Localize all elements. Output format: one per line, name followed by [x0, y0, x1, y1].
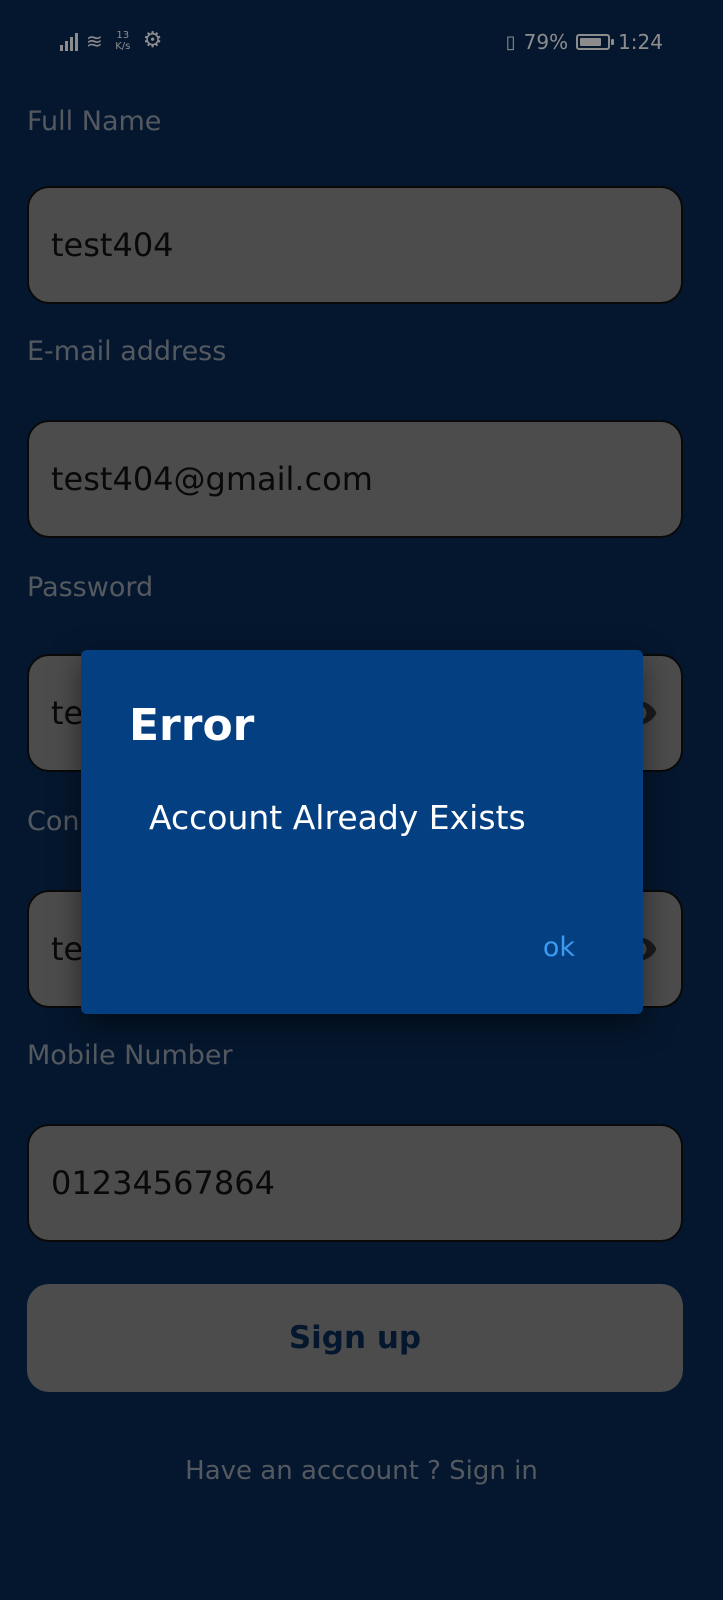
ok-button[interactable]: ok: [539, 926, 579, 969]
error-dialog: Error Account Already Exists ok: [81, 650, 643, 1014]
dialog-title: Error: [129, 700, 255, 751]
dialog-message: Account Already Exists: [149, 798, 526, 837]
signup-screen: ≋ 13 K/s ⚙ ▯ 79% 1:24 Full Name E-mail a…: [0, 0, 723, 1600]
